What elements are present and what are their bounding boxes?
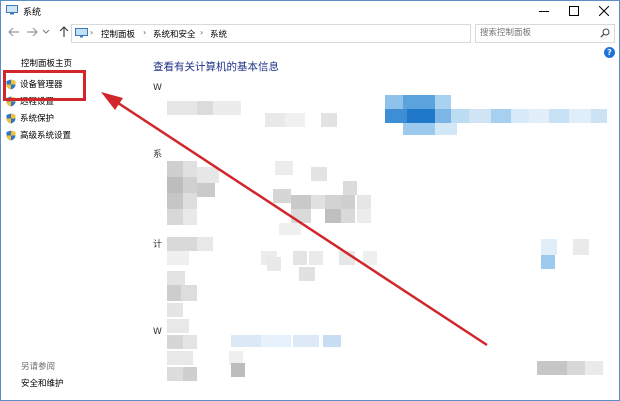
annotation-arrow-line: [114, 99, 488, 347]
annotation-arrow: [101, 92, 488, 347]
system-window: 系统 › 控制面板 › 系统和安全 › 系统 搜索控制面板 ? 控制面板主页 设…: [0, 0, 620, 401]
annotation-arrow-head: [101, 92, 123, 110]
